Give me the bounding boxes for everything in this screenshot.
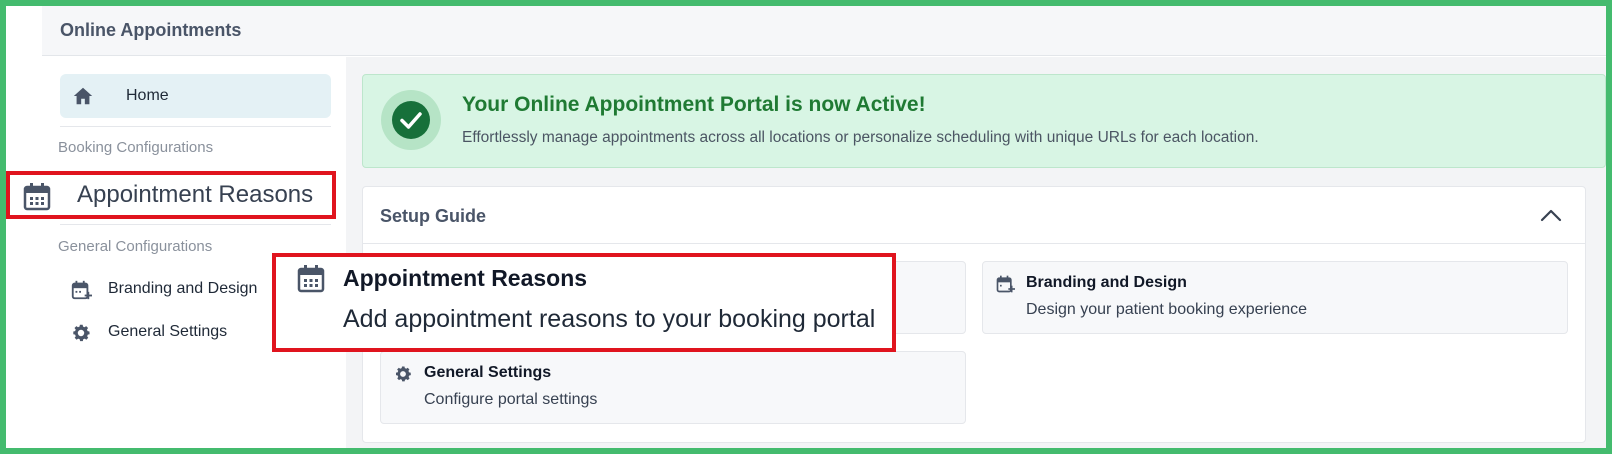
page-title: Online Appointments xyxy=(60,20,242,40)
calendar-icon xyxy=(297,265,325,293)
sidebar-divider xyxy=(60,224,331,225)
setup-guide-header[interactable]: Setup Guide xyxy=(363,187,1585,244)
section-heading-booking: Booking Configurations xyxy=(58,139,214,156)
success-badge xyxy=(381,90,441,150)
chevron-up-icon[interactable] xyxy=(1539,205,1563,225)
sidebar-item-home[interactable]: Home xyxy=(60,74,331,118)
sidebar-item-label: Appointment Reasons xyxy=(77,181,314,208)
calendar-plus-icon xyxy=(996,275,1015,293)
check-circle-icon xyxy=(392,101,430,139)
home-icon xyxy=(73,87,93,105)
sidebar-item-label: Home xyxy=(126,87,169,104)
gear-icon xyxy=(396,366,411,382)
app-header: Online Appointments xyxy=(42,6,1606,56)
section-heading-general: General Configurations xyxy=(58,238,213,255)
highlight-tile-appointment-reasons[interactable]: Appointment Reasons Add appointment reas… xyxy=(272,253,896,352)
tile-description: Configure portal settings xyxy=(424,391,598,408)
banner-headline: Your Online Appointment Portal is now Ac… xyxy=(462,93,926,116)
highlight-sidebar-appointment-reasons[interactable]: Appointment Reasons xyxy=(6,171,336,219)
sidebar-item-label: General Settings xyxy=(108,323,228,340)
banner-subtitle: Effortlessly manage appointments across … xyxy=(462,129,1259,146)
gear-icon xyxy=(73,324,90,342)
tile-description: Design your patient booking experience xyxy=(1026,301,1308,318)
tile-title: General Settings xyxy=(424,364,552,381)
sidebar-divider xyxy=(60,126,331,127)
sidebar-item-label: Branding and Design xyxy=(108,280,258,297)
tile-title: Branding and Design xyxy=(1026,274,1187,291)
tile-title: Appointment Reasons xyxy=(343,265,588,291)
active-portal-banner: Your Online Appointment Portal is now Ac… xyxy=(362,74,1606,168)
calendar-icon xyxy=(23,183,51,211)
setup-tile-branding[interactable]: Branding and Design Design your patient … xyxy=(982,261,1568,334)
calendar-plus-icon xyxy=(71,280,92,300)
setup-tile-general-settings[interactable]: General Settings Configure portal settin… xyxy=(380,351,966,424)
setup-guide-title: Setup Guide xyxy=(380,206,487,226)
tile-description: Add appointment reasons to your booking … xyxy=(343,305,876,333)
